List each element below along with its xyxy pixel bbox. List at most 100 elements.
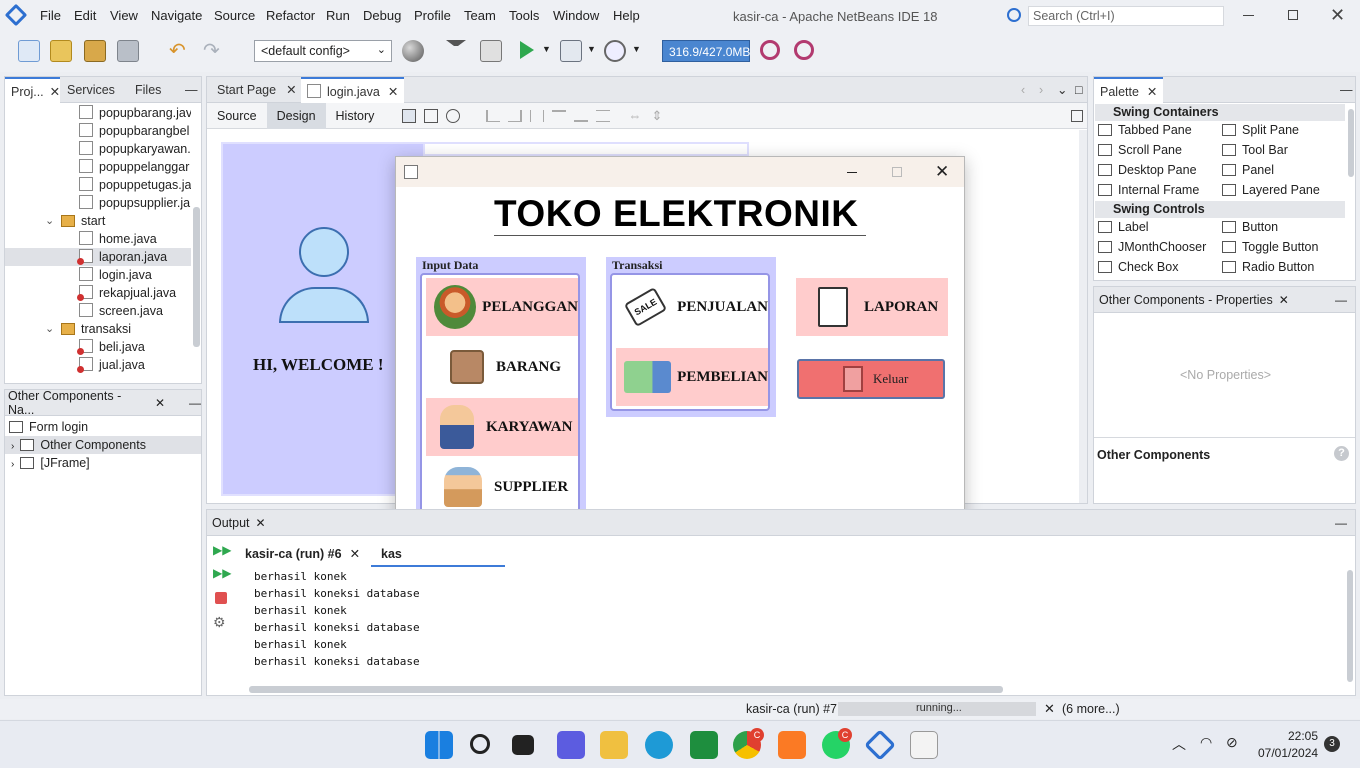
tree-package-start[interactable]: start ⌄ xyxy=(5,212,191,230)
close-tab-icon[interactable]: ✕ xyxy=(388,85,398,99)
menu-refactor[interactable]: Refactor xyxy=(266,8,315,23)
undo-icon[interactable]: ↶ xyxy=(169,38,186,63)
config-dropdown[interactable]: <default config> ⌄ xyxy=(254,40,392,62)
tree-file[interactable]: rekapjual.java xyxy=(5,284,191,302)
cat-swing-controls[interactable]: Swing Controls xyxy=(1095,201,1345,218)
keluar-button[interactable]: Keluar xyxy=(797,359,945,399)
edge-icon[interactable] xyxy=(645,731,673,759)
menu-help[interactable]: Help xyxy=(613,8,640,23)
java-taskbar-icon[interactable] xyxy=(910,731,938,759)
palette-item[interactable]: Tool Bar xyxy=(1222,143,1288,157)
laporan-button[interactable]: LAPORAN xyxy=(796,278,948,336)
tab-start-page[interactable]: Start Page ✕ xyxy=(211,77,303,103)
form-right-area[interactable] xyxy=(425,142,749,156)
status-more[interactable]: (6 more...) xyxy=(1062,702,1120,716)
minimize-properties-icon[interactable]: — xyxy=(1335,293,1347,307)
wifi-icon[interactable]: ◠ xyxy=(1200,734,1212,751)
volume-muted-icon[interactable]: ⊘ xyxy=(1226,734,1238,751)
rerun-icon[interactable]: ▶▶ xyxy=(213,543,231,557)
new-project-icon[interactable] xyxy=(50,40,72,62)
palette-item[interactable]: Panel xyxy=(1222,163,1274,177)
tab-login-java[interactable]: login.java ✕ xyxy=(301,77,405,103)
profiler-snapshot-icon[interactable] xyxy=(794,40,814,60)
output-hscroll[interactable] xyxy=(249,686,1003,693)
palette-item[interactable]: Desktop Pane xyxy=(1098,163,1197,177)
login-close-icon[interactable]: ✕ xyxy=(935,162,949,182)
chevron-down-icon[interactable]: ⌄ xyxy=(45,320,54,338)
maximize-editor-icon[interactable]: □ xyxy=(1069,77,1089,103)
help-icon[interactable]: ? xyxy=(1334,446,1349,461)
close-tab-icon[interactable]: ✕ xyxy=(286,83,296,97)
tree-file[interactable]: popuppetugas.ja xyxy=(5,176,191,194)
tree-file[interactable]: popupbarangbel xyxy=(5,122,191,140)
tab-projects[interactable]: Proj... ✕ xyxy=(5,77,60,103)
menu-debug[interactable]: Debug xyxy=(363,8,401,23)
tree-scrollbar[interactable] xyxy=(193,207,200,347)
palette-item[interactable]: Split Pane xyxy=(1222,123,1299,137)
mode-history[interactable]: History xyxy=(326,103,385,129)
menu-profile[interactable]: Profile xyxy=(414,8,451,23)
palette-item[interactable]: Label xyxy=(1098,220,1149,234)
memory-indicator[interactable]: 316.9/427.0MB xyxy=(662,40,750,62)
chevron-down-icon[interactable]: ⌄ xyxy=(45,212,54,230)
barang-button[interactable]: BARANG xyxy=(426,338,578,396)
file-explorer-icon[interactable] xyxy=(600,731,628,759)
debug-icon[interactable] xyxy=(560,40,582,62)
clock-time[interactable]: 22:05 xyxy=(1288,729,1318,743)
close-tab-icon[interactable]: ✕ xyxy=(350,547,360,561)
palette-scrollbar[interactable] xyxy=(1348,109,1354,177)
redo-icon[interactable]: ↷ xyxy=(203,38,220,63)
align-center-icon[interactable] xyxy=(530,109,545,122)
output-tab-run7[interactable]: kas xyxy=(371,541,505,567)
tab-files[interactable]: Files xyxy=(129,77,167,103)
align-bottom-icon[interactable] xyxy=(574,110,589,122)
tree-file[interactable]: home.java xyxy=(5,230,191,248)
close-icon[interactable]: ✕ xyxy=(1330,5,1345,26)
palette-item[interactable]: JMonthChooser xyxy=(1098,240,1206,254)
tree-file[interactable]: beli.java xyxy=(5,338,191,356)
restore-icon[interactable] xyxy=(1288,10,1298,20)
align-middle-icon[interactable] xyxy=(596,109,611,122)
classroom-icon[interactable] xyxy=(690,731,718,759)
minimize-output-icon[interactable]: — xyxy=(1335,516,1347,530)
resize-horizontal-icon[interactable]: ⇔ xyxy=(628,108,641,123)
tree-file[interactable]: jual.java xyxy=(5,356,191,374)
nav-other-components[interactable]: › Other Components xyxy=(5,436,201,454)
tree-file[interactable]: popupsupplier.ja xyxy=(5,194,191,212)
menu-navigate[interactable]: Navigate xyxy=(151,8,202,23)
notification-badge[interactable]: 3 xyxy=(1324,736,1340,752)
globe-icon[interactable] xyxy=(402,40,424,62)
close-properties-icon[interactable]: ✕ xyxy=(1279,293,1289,307)
gc-icon[interactable] xyxy=(760,40,780,60)
stop-icon[interactable] xyxy=(215,592,227,604)
windows-start-icon[interactable] xyxy=(425,731,453,759)
run-dropdown-icon[interactable]: ▼ xyxy=(542,44,551,54)
palette-item[interactable]: Scroll Pane xyxy=(1098,143,1182,157)
nav-jframe[interactable]: › [JFrame] xyxy=(11,454,90,472)
palette-item[interactable]: Internal Frame xyxy=(1098,183,1199,197)
preview-design-icon[interactable] xyxy=(446,108,461,123)
close-tab-icon[interactable]: ✕ xyxy=(50,85,60,99)
palette-item[interactable]: Tabbed Pane xyxy=(1098,123,1192,137)
palette-item[interactable]: Check Box xyxy=(1098,260,1178,274)
menu-run[interactable]: Run xyxy=(326,8,350,23)
new-file-icon[interactable] xyxy=(18,40,40,62)
cat-swing-containers[interactable]: Swing Containers xyxy=(1095,104,1345,121)
profile-dropdown-icon[interactable]: ▼ xyxy=(632,44,641,54)
karyawan-button[interactable]: KARYAWAN xyxy=(426,398,578,456)
save-all-icon[interactable] xyxy=(117,40,139,62)
tree-file[interactable]: popupbarang.jav xyxy=(5,104,191,122)
tree-file[interactable]: laporan.java xyxy=(5,248,191,266)
connection-mode-icon[interactable] xyxy=(424,108,439,123)
align-top-icon[interactable] xyxy=(552,109,567,122)
pembelian-button[interactable]: PEMBELIAN xyxy=(616,348,768,406)
align-right-icon[interactable] xyxy=(508,109,523,122)
mode-design[interactable]: Design xyxy=(266,102,326,129)
tree-package-transaksi[interactable]: transaksi ⌄ xyxy=(5,320,191,338)
open-project-icon[interactable] xyxy=(84,40,106,62)
tree-file[interactable]: login.java xyxy=(5,266,191,284)
menu-file[interactable]: File xyxy=(40,8,61,23)
selection-mode-icon[interactable] xyxy=(402,108,417,123)
task-view-icon[interactable] xyxy=(512,735,534,755)
search-input[interactable]: Search (Ctrl+I) xyxy=(1028,6,1224,26)
